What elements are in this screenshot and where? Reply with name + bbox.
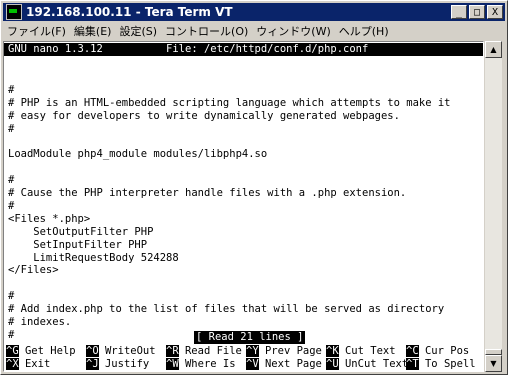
shortcut-key: ^W bbox=[166, 358, 179, 370]
shortcut-key: ^Y bbox=[246, 345, 259, 357]
shortcut-key: ^O bbox=[86, 345, 99, 357]
editor-line: # bbox=[8, 290, 15, 303]
editor-line: # bbox=[8, 174, 15, 187]
editor-line: LimitRequestBody 524288 bbox=[8, 251, 179, 264]
shortcut-to-spell: ^T To Spell bbox=[406, 358, 476, 371]
shortcut-key: ^J bbox=[86, 358, 99, 370]
shortcut-label: Justify bbox=[104, 358, 150, 370]
shortcut-key: ^G bbox=[6, 345, 19, 357]
shortcut-label: To Spell bbox=[424, 358, 476, 370]
menu-bar: ファイル(F) 編集(E) 設定(S) コントロール(O) ウィンドウ(W) ヘ… bbox=[3, 22, 505, 40]
shortcut-prev-page: ^Y Prev Page bbox=[246, 345, 322, 358]
shortcut-justify: ^J Justify bbox=[86, 358, 149, 371]
menu-file[interactable]: ファイル(F) bbox=[3, 23, 70, 39]
scroll-down-arrow-icon[interactable]: ▼ bbox=[485, 355, 502, 372]
editor-line: <Files *.php> bbox=[8, 212, 91, 225]
shortcut-label: Cut Text bbox=[344, 345, 396, 357]
menu-edit[interactable]: 編集(E) bbox=[70, 23, 116, 39]
shortcut-key: ^K bbox=[326, 345, 339, 357]
editor-line: # bbox=[8, 122, 15, 135]
scroll-up-arrow-icon[interactable]: ▲ bbox=[485, 41, 502, 58]
editor-line: # bbox=[8, 199, 15, 212]
tera-term-icon[interactable] bbox=[6, 4, 22, 20]
menu-setup[interactable]: 設定(S) bbox=[115, 23, 161, 39]
editor-line: # indexes. bbox=[8, 316, 72, 328]
shortcut-label: Next Page bbox=[264, 358, 322, 370]
terminal-area[interactable]: GNU nano 1.3.12 File: /etc/httpd/conf.d/… bbox=[3, 41, 484, 372]
shortcut-read-file: ^R Read File bbox=[166, 345, 242, 358]
editor-line: # bbox=[8, 83, 15, 96]
maximize-button[interactable]: □ bbox=[469, 5, 485, 19]
window-title: 192.168.100.11 - Tera Term VT bbox=[26, 5, 233, 19]
shortcut-cut-text: ^K Cut Text bbox=[326, 345, 396, 358]
shortcut-label: UnCut Text bbox=[344, 358, 409, 370]
editor-line: # Cause the PHP interpreter handle files… bbox=[8, 187, 407, 199]
shortcut-next-page: ^V Next Page bbox=[246, 358, 322, 371]
editor-line: </Files> bbox=[8, 264, 59, 277]
vertical-scrollbar[interactable]: ▲ ▼ bbox=[485, 41, 502, 372]
menu-window[interactable]: ウィンドウ(W) bbox=[252, 23, 334, 39]
menu-help[interactable]: ヘルプ(H) bbox=[335, 23, 393, 39]
shortcut-uncut-text: ^U UnCut Text bbox=[326, 358, 408, 371]
shortcut-label: Prev Page bbox=[264, 345, 322, 357]
shortcut-label: Read File bbox=[184, 345, 242, 357]
shortcut-key: ^R bbox=[166, 345, 179, 357]
tera-term-window: 192.168.100.11 - Tera Term VT _ □ X ファイル… bbox=[0, 0, 508, 375]
shortcut-label: Get Help bbox=[24, 345, 76, 357]
nano-shortcut-bar: ^G Get Help ^O WriteOut ^R Read File ^Y Pre… bbox=[6, 345, 482, 371]
nano-status-message: [ Read 21 lines ] bbox=[194, 331, 306, 344]
shortcut-key: ^T bbox=[406, 358, 419, 370]
menu-control[interactable]: コントロール(O) bbox=[161, 23, 252, 39]
shortcut-label: WriteOut bbox=[104, 345, 156, 357]
shortcut-where-is: ^W Where Is bbox=[166, 358, 236, 371]
shortcut-label: Exit bbox=[24, 358, 51, 370]
editor-line: # easy for developers to write dynamical… bbox=[8, 109, 400, 122]
editor-line: # Add index.php to the list of files tha… bbox=[8, 303, 445, 316]
shortcut-label: Where Is bbox=[184, 358, 236, 370]
minimize-button[interactable]: _ bbox=[451, 5, 467, 19]
nano-header: GNU nano 1.3.12 File: /etc/httpd/conf.d/… bbox=[4, 43, 483, 56]
editor-line: SetOutputFilter PHP bbox=[8, 225, 154, 238]
editor-line: SetInputFilter PHP bbox=[8, 238, 148, 251]
shortcut-writeout: ^O WriteOut bbox=[86, 345, 156, 358]
editor-line: LoadModule php4_module modules/libphp4.s… bbox=[8, 148, 268, 161]
shortcut-label: Cur Pos bbox=[424, 345, 470, 357]
shortcut-key: ^U bbox=[326, 358, 339, 370]
title-bar[interactable]: 192.168.100.11 - Tera Term VT _ □ X bbox=[3, 3, 505, 21]
shortcut-exit: ^X Exit bbox=[6, 358, 50, 371]
shortcut-key: ^X bbox=[6, 358, 19, 370]
shortcut-key: ^V bbox=[246, 358, 259, 370]
shortcut-cur-pos: ^C Cur Pos bbox=[406, 345, 469, 358]
shortcut-key: ^C bbox=[406, 345, 419, 357]
shortcut-get-help: ^G Get Help bbox=[6, 345, 76, 358]
editor-line: # PHP is an HTML-embedded scripting lang… bbox=[8, 96, 451, 109]
close-button[interactable]: X bbox=[487, 5, 503, 19]
editor-line: # bbox=[8, 328, 15, 341]
